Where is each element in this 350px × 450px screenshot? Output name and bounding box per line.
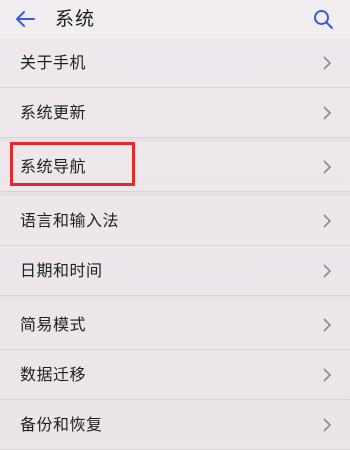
settings-item-about-phone[interactable]: 关于手机 — [0, 38, 350, 88]
settings-item-system-update[interactable]: 系统更新 — [0, 88, 350, 138]
chevron-right-icon — [323, 318, 332, 332]
settings-item-label: 简易模式 — [20, 315, 87, 334]
back-arrow-icon[interactable] — [14, 9, 36, 29]
settings-item-label: 备份和恢复 — [20, 415, 103, 434]
settings-list: 关于手机 系统更新 系统导航 语言和输入法 日期和时间 简易模式 数据迁移 备份… — [0, 38, 350, 450]
chevron-right-icon — [323, 368, 332, 382]
settings-item-data-migration[interactable]: 数据迁移 — [0, 350, 350, 400]
settings-item-system-navigation[interactable]: 系统导航 — [0, 142, 350, 192]
settings-item-simple-mode[interactable]: 简易模式 — [0, 300, 350, 350]
chevron-right-icon — [323, 160, 332, 174]
settings-item-label: 日期和时间 — [20, 261, 103, 280]
chevron-right-icon — [323, 106, 332, 120]
settings-item-date-time[interactable]: 日期和时间 — [0, 246, 350, 296]
search-icon[interactable] — [312, 8, 334, 30]
settings-item-label: 关于手机 — [20, 53, 87, 72]
settings-item-label: 系统更新 — [20, 103, 87, 122]
chevron-right-icon — [323, 418, 332, 432]
settings-item-language-input[interactable]: 语言和输入法 — [0, 196, 350, 246]
chevron-right-icon — [323, 214, 332, 228]
chevron-right-icon — [323, 56, 332, 70]
settings-screen: 系统 关于手机 系统更新 系统导航 语言和输入法 日期和时间 简易模式 数据迁移… — [0, 0, 350, 450]
page-title: 系统 — [55, 8, 96, 30]
settings-item-label: 语言和输入法 — [20, 211, 120, 230]
settings-item-label: 系统导航 — [20, 157, 87, 176]
chevron-right-icon — [323, 264, 332, 278]
app-header: 系统 — [0, 0, 350, 38]
settings-item-backup-restore[interactable]: 备份和恢复 — [0, 400, 350, 450]
settings-item-label: 数据迁移 — [20, 365, 87, 384]
